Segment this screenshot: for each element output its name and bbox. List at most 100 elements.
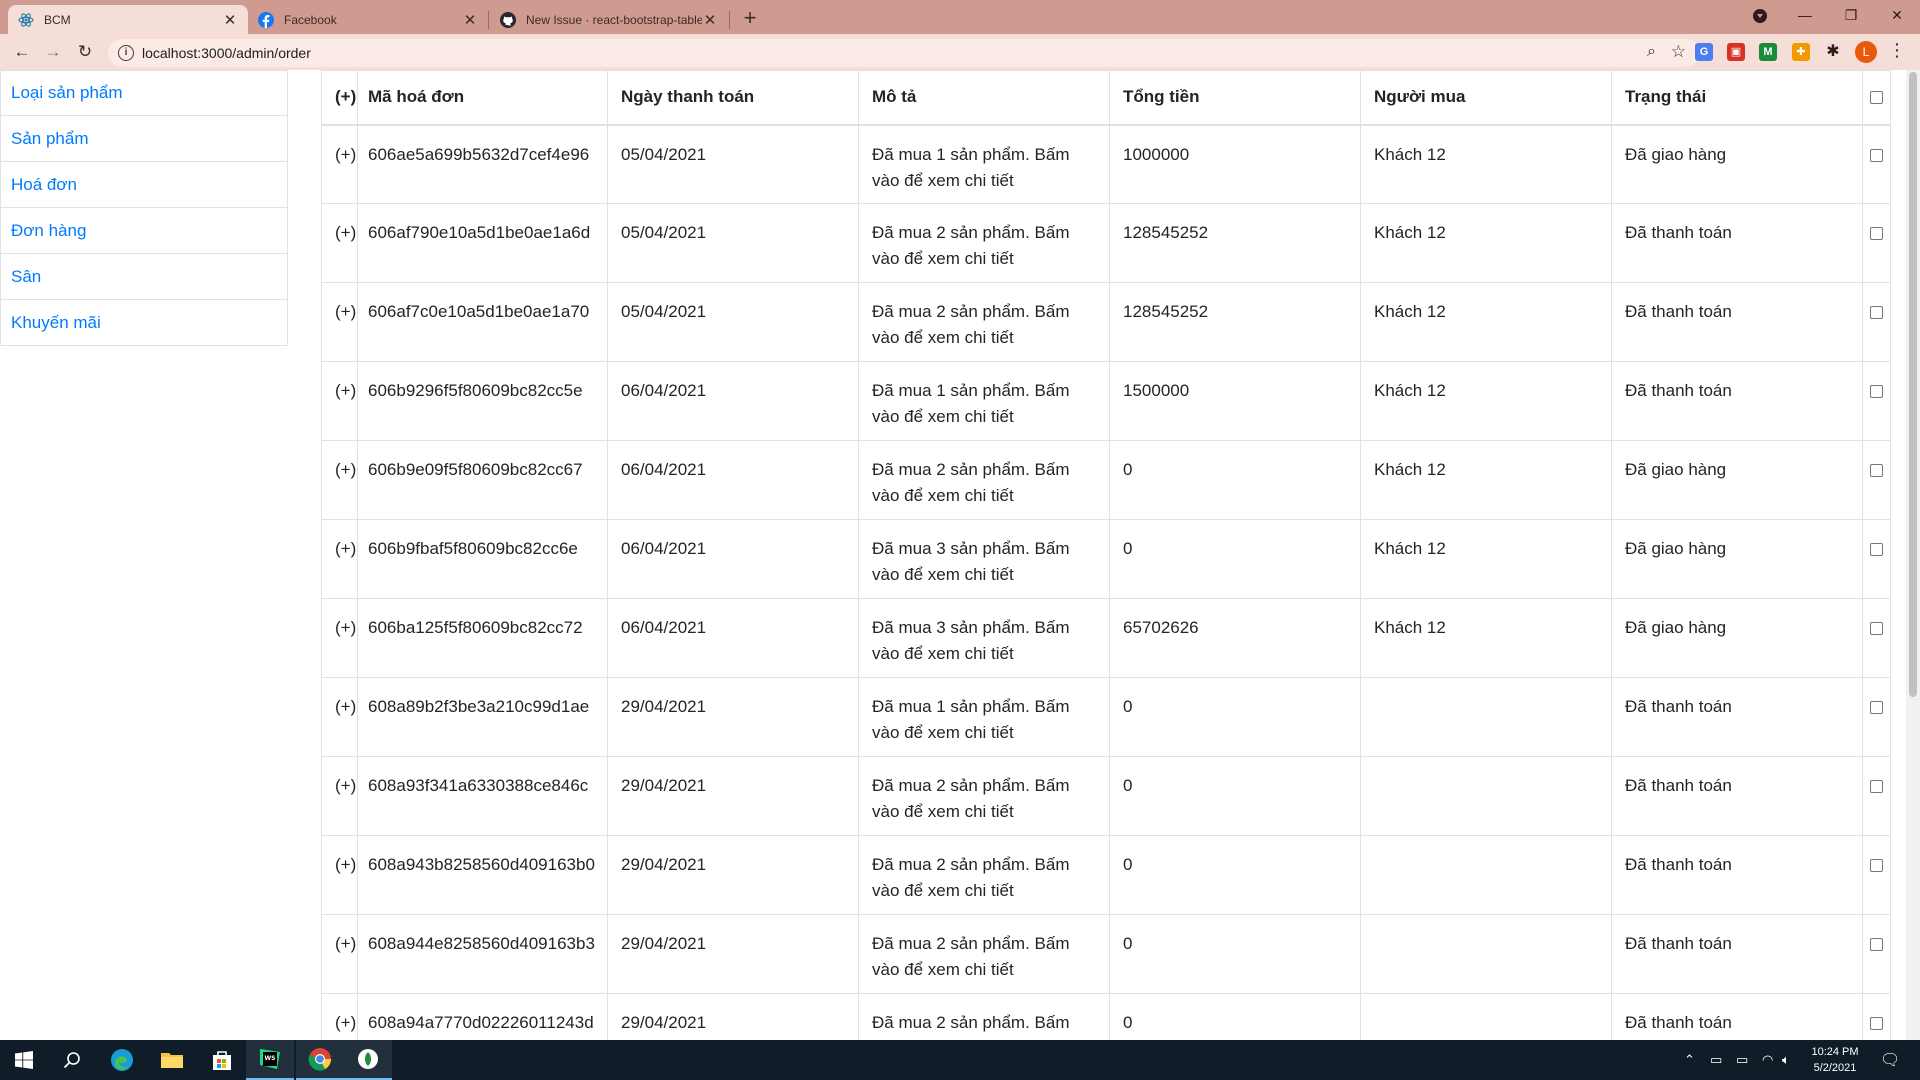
row-select-checkbox[interactable] <box>1870 543 1883 556</box>
cell-description[interactable]: Đã mua 2 sản phẩm. Bấm vào để xem chi ti… <box>858 440 1110 520</box>
forward-button[interactable]: → <box>41 40 65 64</box>
header-buyer[interactable]: Người mua <box>1360 70 1612 126</box>
row-select-checkbox[interactable] <box>1870 464 1883 477</box>
row-select-checkbox[interactable] <box>1870 701 1883 714</box>
row-expand-toggle[interactable]: (+) <box>321 282 358 362</box>
header-invoice-id[interactable]: Mã hoá đơn <box>357 70 608 126</box>
row-select-checkbox[interactable] <box>1870 227 1883 240</box>
tab-bcm[interactable]: BCM ✕ <box>8 5 248 34</box>
sidebar-item-fields[interactable]: Sân <box>0 254 288 300</box>
row-expand-toggle[interactable]: (+) <box>321 519 358 599</box>
profile-avatar[interactable]: L <box>1855 41 1877 63</box>
sidebar-item-products[interactable]: Sản phẩm <box>0 116 288 162</box>
cell-description[interactable]: Đã mua 2 sản phẩm. Bấm <box>858 993 1110 1040</box>
cell-description[interactable]: Đã mua 3 sản phẩm. Bấm vào để xem chi ti… <box>858 598 1110 678</box>
cell-description[interactable]: Đã mua 2 sản phẩm. Bấm vào để xem chi ti… <box>858 914 1110 994</box>
volume-icon[interactable]: 🔈︎ <box>1782 1040 1790 1080</box>
bookmark-star-icon[interactable]: ☆ <box>1671 42 1686 62</box>
node-taskbar-icon[interactable] <box>344 1040 392 1080</box>
store-taskbar-icon[interactable] <box>198 1040 246 1080</box>
battery-icon[interactable]: ▭ <box>1736 1040 1748 1080</box>
new-tab-button[interactable]: + <box>737 5 763 31</box>
sidebar-item-promotions[interactable]: Khuyến mãi <box>0 300 288 346</box>
row-select-checkbox[interactable] <box>1870 306 1883 319</box>
meet-now-icon[interactable]: ▭ <box>1710 1040 1722 1080</box>
wifi-icon[interactable]: ◠ <box>1762 1040 1773 1080</box>
table-row[interactable]: (+) 606af7c0e10a5d1be0ae1a70 05/04/2021 Đã … <box>321 282 1891 362</box>
sidebar-item-orders[interactable]: Đơn hàng <box>0 208 288 254</box>
select-all-checkbox[interactable] <box>1870 91 1883 104</box>
site-info-icon[interactable]: i <box>118 45 134 61</box>
row-expand-toggle[interactable]: (+) <box>321 361 358 441</box>
table-row[interactable]: (+) 606b9e09f5f80609bc82cc67 06/04/2021 Đã … <box>321 440 1891 520</box>
start-windows-icon[interactable] <box>0 1040 48 1080</box>
m-extension-icon[interactable]: M <box>1759 43 1777 61</box>
minimize-button[interactable]: — <box>1782 0 1828 32</box>
cell-description[interactable]: Đã mua 2 sản phẩm. Bấm vào để xem chi ti… <box>858 835 1110 915</box>
cell-description[interactable]: Đã mua 1 sản phẩm. Bấm vào để xem chi ti… <box>858 677 1110 757</box>
scrollbar-thumb[interactable] <box>1909 72 1917 697</box>
row-select-checkbox[interactable] <box>1870 622 1883 635</box>
table-row[interactable]: (+) 608a94a7770d02226011243d 29/04/2021 Đã … <box>321 993 1891 1040</box>
row-select-checkbox[interactable] <box>1870 938 1883 951</box>
close-tab-icon[interactable]: ✕ <box>702 11 718 29</box>
chrome-taskbar-icon[interactable] <box>296 1040 344 1080</box>
header-total[interactable]: Tổng tiền <box>1109 70 1361 126</box>
row-expand-toggle[interactable]: (+) <box>321 756 358 836</box>
webstorm-taskbar-icon[interactable]: WS <box>246 1040 294 1080</box>
search-taskbar-icon[interactable] <box>48 1040 96 1080</box>
tab-facebook[interactable]: Facebook ✕ <box>248 5 488 34</box>
row-expand-toggle[interactable]: (+) <box>321 598 358 678</box>
cell-description[interactable]: Đã mua 3 sản phẩm. Bấm vào để xem chi ti… <box>858 519 1110 599</box>
page-scrollbar[interactable] <box>1906 70 1920 1040</box>
color-extension-icon[interactable]: ✚ <box>1792 43 1810 61</box>
row-expand-toggle[interactable]: (+) <box>321 440 358 520</box>
row-expand-toggle[interactable]: (+) <box>321 835 358 915</box>
back-button[interactable]: ← <box>10 40 34 64</box>
media-control-icon[interactable] <box>1737 0 1783 32</box>
header-status[interactable]: Trạng thái <box>1611 70 1863 126</box>
row-select-checkbox[interactable] <box>1870 780 1883 793</box>
table-row[interactable]: (+) 606ba125f5f80609bc82cc72 06/04/2021 Đã … <box>321 598 1891 678</box>
expand-all-header[interactable]: (+) <box>321 70 358 126</box>
notification-center-icon[interactable]: 🗨︎ <box>1880 1040 1900 1080</box>
table-row[interactable]: (+) 608a89b2f3be3a210c99d1ae 29/04/2021 Đã … <box>321 677 1891 757</box>
header-description[interactable]: Mô tả <box>858 70 1110 126</box>
extensions-puzzle-icon[interactable]: ✱ <box>1824 43 1842 61</box>
show-hidden-icons-chevron[interactable]: ⌃ <box>1684 1040 1695 1080</box>
restore-button[interactable]: ❐ <box>1828 0 1874 32</box>
sidebar-item-invoices[interactable]: Hoá đơn <box>0 162 288 208</box>
cell-description[interactable]: Đã mua 2 sản phẩm. Bấm vào để xem chi ti… <box>858 282 1110 362</box>
browser-menu-icon[interactable]: ⋮ <box>1888 40 1906 61</box>
row-expand-toggle[interactable]: (+) <box>321 914 358 994</box>
file-explorer-taskbar-icon[interactable] <box>148 1040 196 1080</box>
screenshot-extension-icon[interactable]: ▣ <box>1727 43 1745 61</box>
address-bar[interactable]: i localhost:3000/admin/order ⌕ ☆ <box>108 39 1700 67</box>
row-select-checkbox[interactable] <box>1870 148 1883 162</box>
table-row[interactable]: (+) 606af790e10a5d1be0ae1a6d 05/04/2021 Đã … <box>321 203 1891 283</box>
taskbar-clock[interactable]: 10:24 PM 5/2/2021 <box>1800 1044 1870 1076</box>
table-row[interactable]: (+) 608a943b8258560d409163b0 29/04/2021 Đã … <box>321 835 1891 915</box>
row-expand-toggle[interactable]: (+) <box>321 993 358 1040</box>
row-expand-toggle[interactable]: (+) <box>321 203 358 283</box>
row-select-checkbox[interactable] <box>1870 859 1883 872</box>
table-row[interactable]: (+) 608a93f341a6330388ce846c 29/04/2021 Đã … <box>321 756 1891 836</box>
edge-taskbar-icon[interactable] <box>98 1040 146 1080</box>
table-row[interactable]: (+) 608a944e8258560d409163b3 29/04/2021 Đã … <box>321 914 1891 994</box>
cell-description[interactable]: Đã mua 1 sản phẩm. Bấm vào để xem chi ti… <box>858 361 1110 441</box>
table-row[interactable]: (+) 606ae5a699b5632d7cef4e96 05/04/2021 Đã … <box>321 124 1891 204</box>
cell-description[interactable]: Đã mua 2 sản phẩm. Bấm vào để xem chi ti… <box>858 756 1110 836</box>
zoom-icon[interactable]: ⌕ <box>1647 43 1656 61</box>
tab-github-new-issue[interactable]: New Issue · react-bootstrap-table ✕ <box>490 5 728 34</box>
cell-description[interactable]: Đã mua 2 sản phẩm. Bấm vào để xem chi ti… <box>858 203 1110 283</box>
translate-extension-icon[interactable]: G <box>1695 43 1713 61</box>
row-select-checkbox[interactable] <box>1870 385 1883 398</box>
table-row[interactable]: (+) 606b9fbaf5f80609bc82cc6e 06/04/2021 Đã … <box>321 519 1891 599</box>
cell-description[interactable]: Đã mua 1 sản phẩm. Bấm vào để xem chi ti… <box>858 124 1110 204</box>
sidebar-item-product-type[interactable]: Loại sản phẩm <box>0 70 288 116</box>
close-tab-icon[interactable]: ✕ <box>222 11 238 29</box>
table-row[interactable]: (+) 606b9296f5f80609bc82cc5e 06/04/2021 Đã … <box>321 361 1891 441</box>
row-expand-toggle[interactable]: (+) <box>321 124 358 204</box>
row-expand-toggle[interactable]: (+) <box>321 677 358 757</box>
row-select-checkbox[interactable] <box>1870 1017 1883 1030</box>
